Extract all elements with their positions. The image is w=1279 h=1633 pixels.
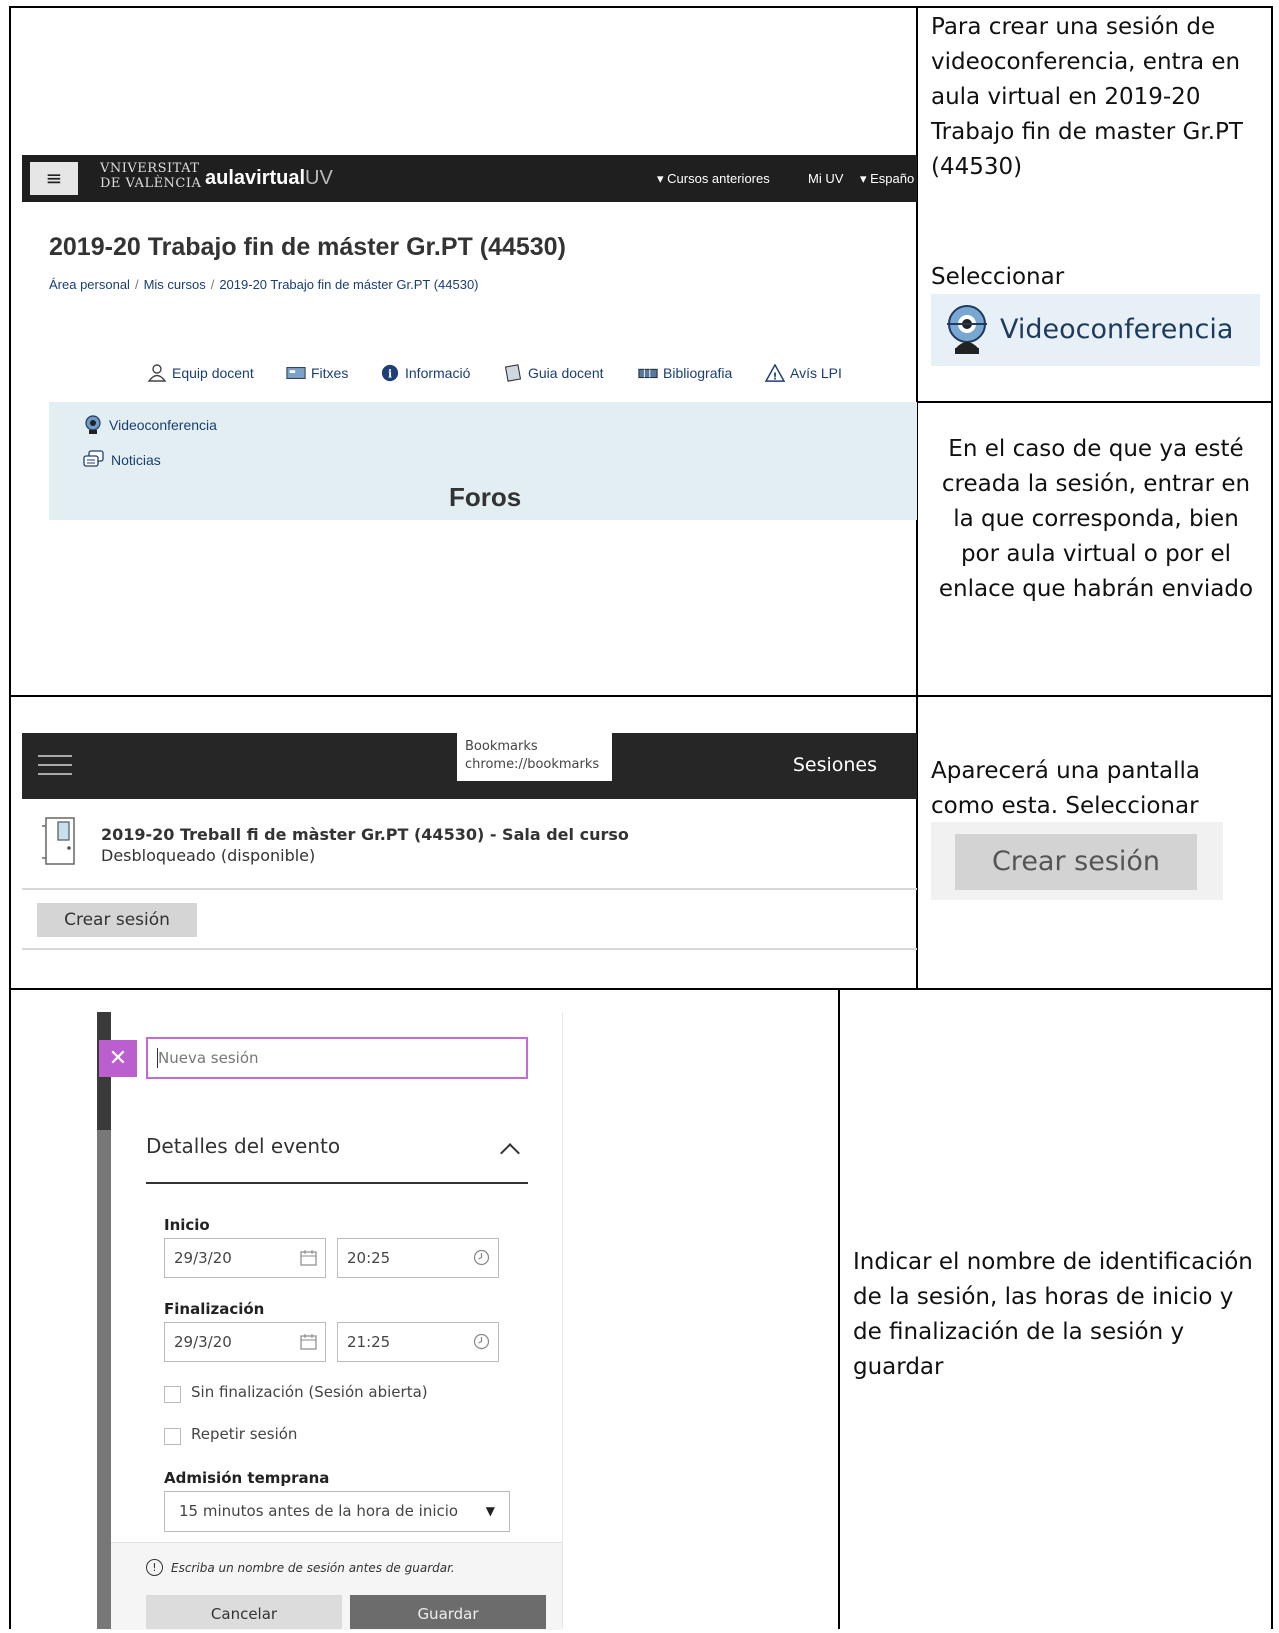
early-admission-label: Admisión temprana bbox=[164, 1469, 330, 1487]
clock-icon[interactable] bbox=[473, 1249, 490, 1266]
sessions-header: Bookmarks chrome://bookmarks Sesiones bbox=[22, 733, 917, 799]
instruction-create-session: Para crear una sesión de videoconferenci… bbox=[931, 14, 1243, 180]
new-session-panel bbox=[111, 1012, 563, 1629]
row1-bottom bbox=[9, 695, 1273, 697]
nav-language[interactable]: ▾ Españo bbox=[860, 171, 917, 187]
start-date-field[interactable]: 29/3/20 bbox=[164, 1238, 326, 1278]
table-border-right bbox=[1271, 6, 1273, 1629]
block-fitxes[interactable]: Fitxes bbox=[286, 364, 348, 382]
cancel-button[interactable]: Cancelar bbox=[146, 1595, 342, 1629]
instruction-screen: Aparecerá una pantalla como esta. Selecc… bbox=[931, 758, 1201, 819]
warning-icon: ! bbox=[765, 364, 785, 382]
hamburger-icon[interactable] bbox=[38, 755, 72, 782]
door-icon bbox=[42, 817, 75, 865]
clock-icon[interactable] bbox=[473, 1333, 490, 1350]
block-equip-docent[interactable]: Equip docent bbox=[147, 364, 254, 382]
col-divider-r1-inner bbox=[916, 401, 1273, 403]
block-avis-lpi[interactable]: ! Avís LPI bbox=[765, 364, 842, 382]
svg-text:!: ! bbox=[773, 371, 778, 382]
forum-icon bbox=[83, 450, 104, 467]
early-admission-select[interactable]: 15 minutos antes de la hora de inicio ▼ bbox=[164, 1491, 510, 1532]
create-session-button[interactable]: Crear sesión bbox=[37, 903, 197, 937]
save-warning: ! Escriba un nombre de sesión antes de g… bbox=[146, 1559, 455, 1576]
nav-mi-uv[interactable]: Mi UV bbox=[808, 171, 843, 186]
course-title: 2019-20 Trabajo fin de máster Gr.PT (445… bbox=[49, 233, 566, 261]
block-guia-docent[interactable]: Guia docent bbox=[503, 364, 604, 382]
book-icon bbox=[504, 364, 522, 382]
form-side-strip-grey bbox=[97, 1130, 111, 1629]
block-bibliografia[interactable]: Bibliografia bbox=[638, 364, 732, 382]
activity-videoconferencia[interactable]: Videoconferencia bbox=[83, 415, 217, 435]
webcam-icon bbox=[85, 415, 101, 434]
activity-noticias[interactable]: Noticias bbox=[83, 450, 161, 470]
divider bbox=[22, 888, 917, 890]
people-icon bbox=[147, 364, 167, 382]
breadcrumb-item[interactable]: 2019-20 Trabajo fin de máster Gr.PT (445… bbox=[219, 277, 478, 292]
repeat-label: Repetir sesión bbox=[191, 1425, 298, 1443]
calendar-icon[interactable] bbox=[300, 1249, 317, 1266]
save-button[interactable]: Guardar bbox=[350, 1595, 546, 1629]
divider bbox=[22, 948, 917, 950]
create-session-button-big[interactable]: Crear sesión bbox=[955, 834, 1197, 890]
end-label: Finalización bbox=[164, 1300, 265, 1318]
select-label: Seleccionar bbox=[931, 264, 1065, 290]
room-title[interactable]: 2019-20 Treball fi de màster Gr.PT (4453… bbox=[101, 825, 629, 844]
menu-button[interactable]: ≡ bbox=[30, 162, 78, 195]
nav-cursos-anteriores[interactable]: ▾ Cursos anteriores bbox=[657, 171, 770, 187]
card-icon bbox=[286, 367, 306, 379]
note-existing-session: En el caso de que ya esté creada la sesi… bbox=[938, 436, 1254, 602]
block-informacio[interactable]: i Informació bbox=[380, 364, 470, 382]
end-date-field[interactable]: 29/3/20 bbox=[164, 1322, 326, 1362]
course-section: Videoconferencia Noticias Foros bbox=[49, 402, 917, 520]
end-time-field[interactable]: 21:25 bbox=[337, 1322, 499, 1362]
close-icon[interactable]: ✕ bbox=[99, 1040, 137, 1077]
instruction-fill-form: Indicar el nombre de identificación de l… bbox=[853, 1249, 1253, 1380]
aula-virtual-logo: aulavirtualUV bbox=[205, 167, 333, 189]
dropdown-arrow-icon: ▼ bbox=[485, 1504, 495, 1518]
sessions-title: Sesiones bbox=[792, 754, 877, 776]
alert-icon: ! bbox=[146, 1559, 163, 1576]
repeat-checkbox[interactable] bbox=[164, 1428, 181, 1445]
breadcrumb-item[interactable]: Área personal bbox=[49, 277, 130, 292]
svg-text:i: i bbox=[388, 368, 392, 381]
breadcrumb-item[interactable]: Mis cursos bbox=[144, 277, 206, 292]
webcam-icon bbox=[947, 305, 987, 354]
aula-virtual-header: ≡ VNIVERSITAT DE VALÈNCIA aulavirtualUV … bbox=[22, 155, 917, 202]
books-icon bbox=[638, 368, 658, 379]
start-label: Inicio bbox=[164, 1216, 210, 1234]
create-session-example: Crear sesión bbox=[931, 822, 1223, 900]
event-details-title[interactable]: Detalles del evento bbox=[146, 1134, 340, 1158]
videoconferencia-button[interactable]: Videoconferencia bbox=[931, 294, 1260, 366]
no-end-label: Sin finalización (Sesión abierta) bbox=[191, 1383, 428, 1401]
divider bbox=[146, 1182, 528, 1184]
bookmarks-tooltip: Bookmarks chrome://bookmarks bbox=[457, 733, 612, 781]
room-status: Desbloqueado (disponible) bbox=[101, 846, 316, 865]
col-divider-r3 bbox=[838, 988, 840, 1629]
university-logo: VNIVERSITAT DE VALÈNCIA bbox=[100, 161, 202, 191]
no-end-checkbox[interactable] bbox=[164, 1386, 181, 1403]
table-border-left bbox=[9, 6, 11, 1629]
start-time-field[interactable]: 20:25 bbox=[337, 1238, 499, 1278]
session-name-input[interactable]: Nueva sesión bbox=[146, 1037, 528, 1079]
breadcrumb: Área personal / Mis cursos/2019-20 Trabajo… bbox=[49, 277, 479, 292]
section-title: Foros bbox=[449, 482, 522, 512]
row2-bottom bbox=[9, 988, 1273, 990]
table-border-top bbox=[9, 6, 1273, 8]
info-icon: i bbox=[381, 364, 399, 382]
calendar-icon[interactable] bbox=[300, 1333, 317, 1350]
